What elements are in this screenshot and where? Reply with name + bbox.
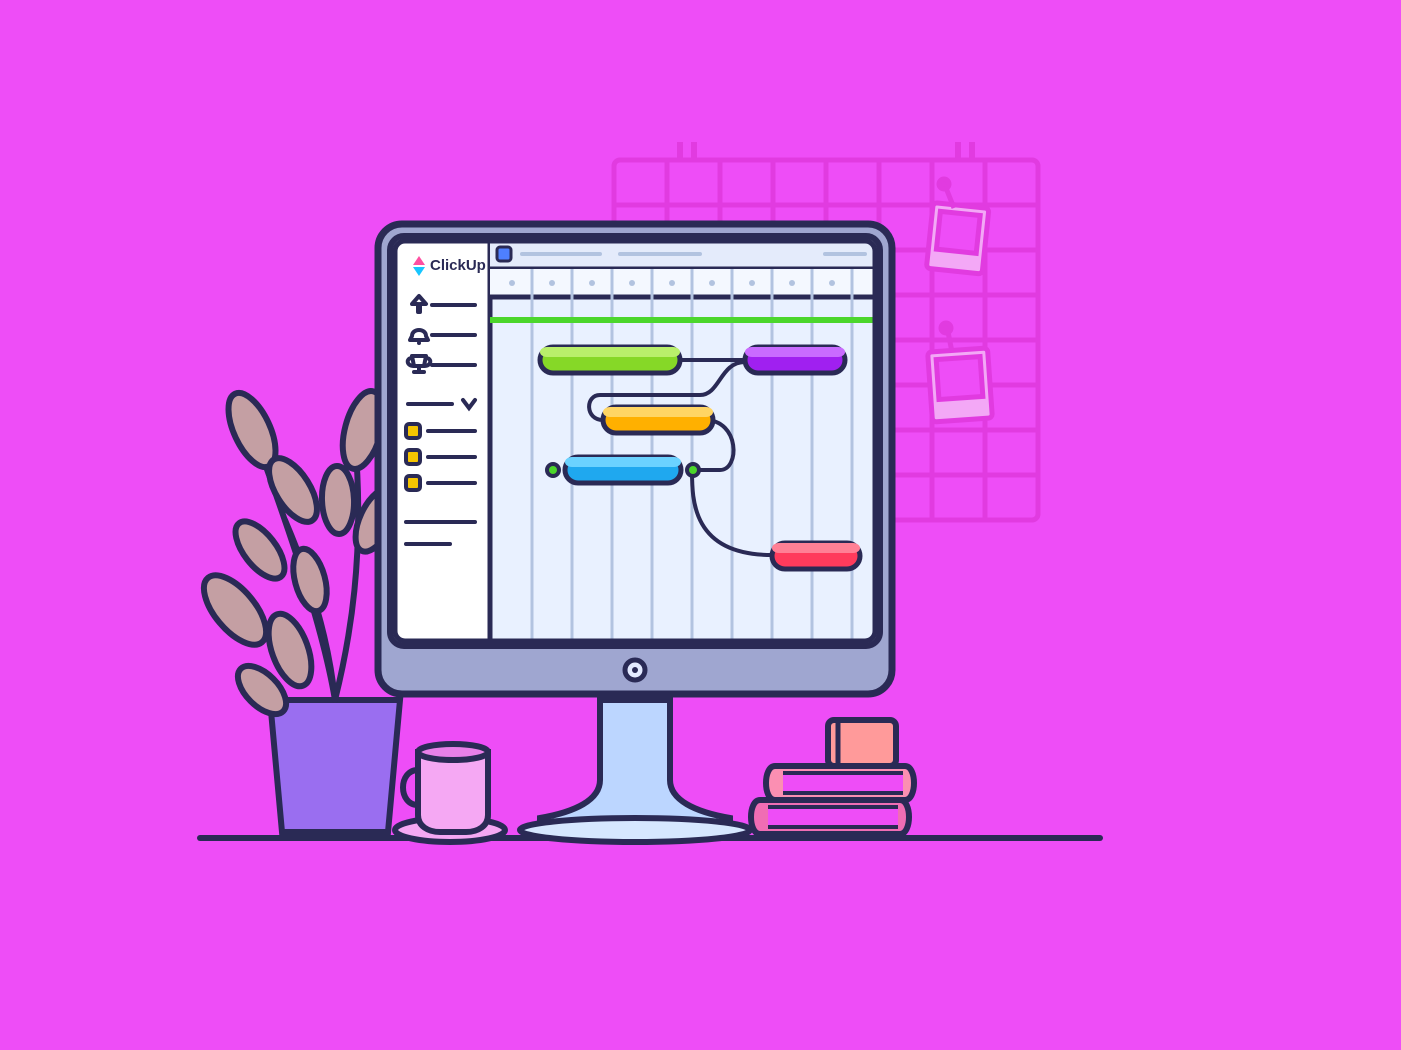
gantt-bar[interactable]: [540, 347, 680, 373]
gantt-bar[interactable]: [565, 457, 681, 483]
app-screen: ClickUp: [395, 241, 875, 641]
toolbar-view-icon[interactable]: [497, 247, 511, 261]
monitor-stand: [520, 700, 750, 842]
illustration-root: ClickUp: [0, 0, 1401, 1050]
polaroid-top: [926, 179, 989, 274]
books: [751, 720, 914, 834]
monitor: ClickUp: [378, 224, 892, 694]
gantt-bar[interactable]: [745, 347, 845, 373]
timeline-header: [490, 269, 875, 297]
gantt-bar[interactable]: [772, 543, 860, 569]
app-sidebar: ClickUp: [395, 241, 490, 641]
milestone-dot[interactable]: [687, 464, 699, 476]
brand-name: ClickUp: [430, 257, 486, 274]
milestone-dot[interactable]: [547, 464, 559, 476]
gantt-bar[interactable]: [603, 407, 713, 433]
plant: [193, 386, 405, 832]
coffee-mug: [395, 744, 505, 842]
app-toolbar: [490, 241, 875, 269]
